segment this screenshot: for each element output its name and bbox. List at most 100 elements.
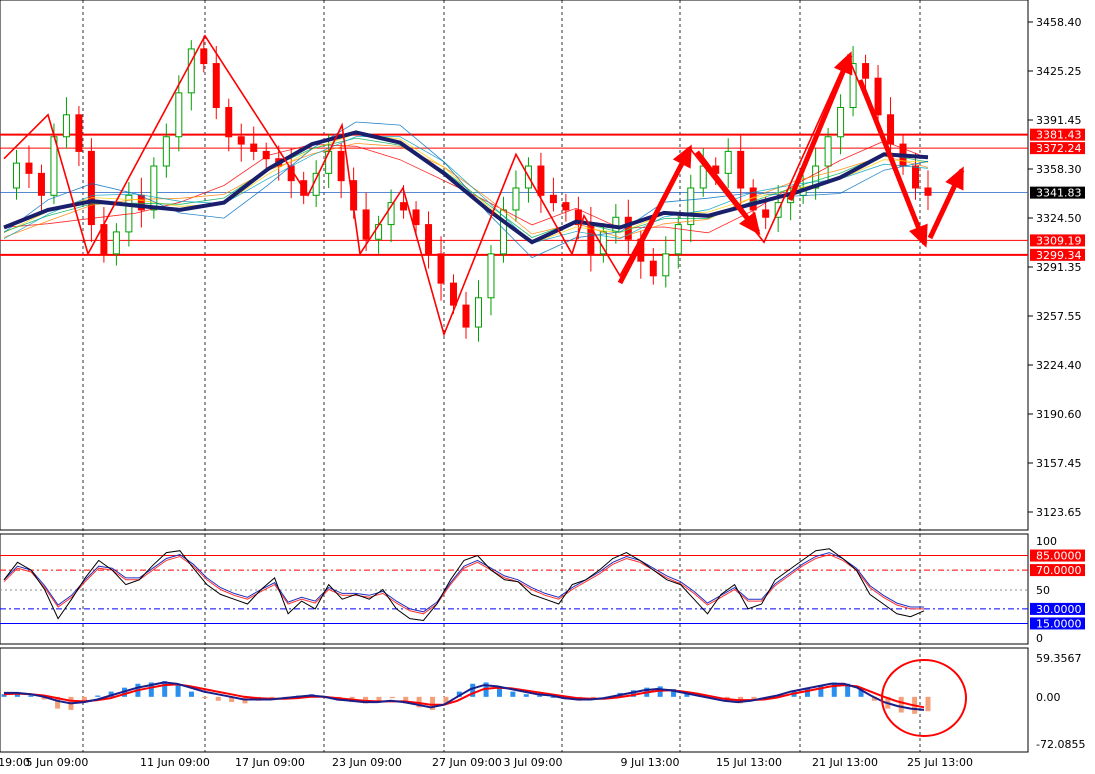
candle-body-52 (649, 260, 657, 277)
level-label-2: 3309.19 (1036, 234, 1082, 247)
candle-body-45 (562, 202, 570, 211)
x-tick-label-7: 9 Jul 13:00 (621, 756, 680, 769)
stoch-level-label-0: 85.0000 (1036, 550, 1082, 563)
candle-body-39 (487, 253, 495, 299)
level-label-3: 3299.34 (1036, 249, 1082, 262)
candle-body-27 (337, 150, 345, 182)
macd-hist-bar-2 (28, 695, 34, 697)
x-tick-label-6: 3 Jul 09:00 (504, 756, 563, 769)
x-tick-label-4: 23 Jun 09:00 (332, 756, 402, 769)
stoch-main-line (3, 548, 925, 622)
candle-body-35 (437, 253, 445, 284)
stoch-tick-label-0: 100 (1036, 535, 1057, 548)
zigzag-line (3, 34, 927, 337)
macd-tick-label-1: 0.00 (1036, 691, 1061, 704)
macd-hist-bar-13 (175, 685, 181, 697)
macd-hist-bar-69 (925, 696, 931, 712)
candle-body-29 (362, 209, 370, 240)
highlight-circle (881, 659, 967, 737)
price-tick-label-3: 3358.30 (1036, 163, 1082, 176)
candle-body-15 (187, 48, 195, 94)
candle-body-74 (924, 187, 932, 196)
candle-body-56 (699, 165, 707, 189)
stoch-level-label-1: 70.0000 (1036, 564, 1082, 577)
stoch-tick-label-2: 0 (1036, 632, 1043, 645)
macd-hist-bar-16 (215, 696, 221, 701)
candle-body-26 (325, 150, 333, 174)
candle-body-5 (62, 114, 70, 138)
x-tick-label-2: 11 Jun 09:00 (140, 756, 210, 769)
macd-hist-bar-39 (523, 694, 529, 697)
stoch-signal-line (3, 554, 924, 615)
candle-body-14 (175, 92, 183, 138)
price-tick-label-0: 3458.40 (1036, 16, 1082, 29)
macd-hist-bar-7 (95, 695, 101, 697)
candle-body-18 (225, 106, 233, 138)
price-panel-frame (0, 0, 1029, 531)
candle-body-20 (250, 143, 258, 152)
price-tick-label-8: 3190.60 (1036, 408, 1082, 421)
stoch-level-label-2: 30.0000 (1036, 603, 1082, 616)
stoch-tick-label-1: 50 (1036, 584, 1050, 597)
price-tick-label-7: 3224.40 (1036, 359, 1082, 372)
candle-body-38 (474, 297, 482, 328)
candle-body-9 (112, 231, 120, 255)
price-tick-label-1: 3425.25 (1036, 65, 1082, 78)
candle-body-2 (25, 162, 33, 174)
candle-body-55 (687, 187, 695, 226)
candle-body-70 (874, 77, 882, 116)
macd-tick-label-2: -72.0855 (1036, 738, 1085, 751)
candle-body-60 (749, 187, 757, 211)
candle-body-67 (837, 106, 845, 138)
x-tick-label-10: 25 Jul 13:00 (907, 756, 973, 769)
x-tick-label-8: 15 Jul 13:00 (716, 756, 782, 769)
candle-body-43 (537, 165, 545, 196)
macd-tick-label-0: 59.3567 (1036, 652, 1082, 665)
macd-hist-bar-40 (537, 695, 543, 697)
candle-body-66 (824, 136, 832, 167)
level-label-1: 3372.24 (1036, 142, 1082, 155)
price-tick-label-2: 3391.45 (1036, 114, 1082, 127)
price-tick-label-5: 3291.35 (1036, 261, 1082, 274)
x-tick-label-1: 5 Jun 09:00 (26, 756, 89, 769)
price-tick-label-10: 3123.65 (1036, 506, 1082, 519)
candle-body-34 (425, 224, 433, 255)
x-tick-label-9: 21 Jul 13:00 (812, 756, 878, 769)
price-tick-label-6: 3257.55 (1036, 310, 1082, 323)
candle-body-41 (512, 187, 520, 211)
candle-body-44 (549, 194, 557, 204)
candle-body-53 (662, 253, 670, 277)
macd-hist-bar-29 (389, 696, 395, 699)
candle-body-37 (462, 304, 470, 328)
candle-body-16 (200, 48, 208, 65)
candle-body-49 (612, 216, 620, 233)
candle-body-19 (237, 136, 245, 145)
candle-body-7 (87, 150, 95, 226)
price-tick-label-9: 3157.45 (1036, 457, 1082, 470)
chart-container: 19:00 5 Jun 09:00 11 Jun 09:00 17 Jun 09:00… (0, 0, 1095, 770)
candle-body-33 (412, 209, 420, 226)
candle-body-36 (450, 282, 458, 306)
macd-hist-bar-28 (376, 696, 382, 701)
candle-body-71 (887, 114, 895, 145)
candle-body-13 (162, 136, 170, 167)
candle-body-58 (724, 150, 732, 174)
candle-body-61 (762, 209, 770, 218)
candle-body-73 (912, 165, 920, 189)
chart-svg: 19:005 Jun 09:00 11 Jun 09:00 17 Jun 09:00… (0, 0, 1085, 769)
macd-signal-line (3, 683, 925, 709)
macd-hist-bar-38 (510, 691, 516, 697)
stoch-level-label-3: 15.0000 (1036, 617, 1082, 630)
price-tick-label-4: 3324.50 (1036, 212, 1082, 225)
stoch-d-line (3, 552, 924, 613)
x-tick-label-3: 17 Jun 09:00 (235, 756, 305, 769)
candle-body-59 (737, 150, 745, 189)
candle-body-32 (400, 202, 408, 211)
candle-body-3 (37, 172, 45, 196)
macd-hist-bar-67 (898, 696, 904, 713)
macd-hist-bar-15 (202, 696, 208, 699)
x-tick-label-5: 27 Jun 09:00 (432, 756, 502, 769)
candle-body-17 (212, 63, 220, 108)
macd-hist-bar-14 (188, 691, 194, 697)
level-label-0: 3381.43 (1036, 129, 1082, 142)
